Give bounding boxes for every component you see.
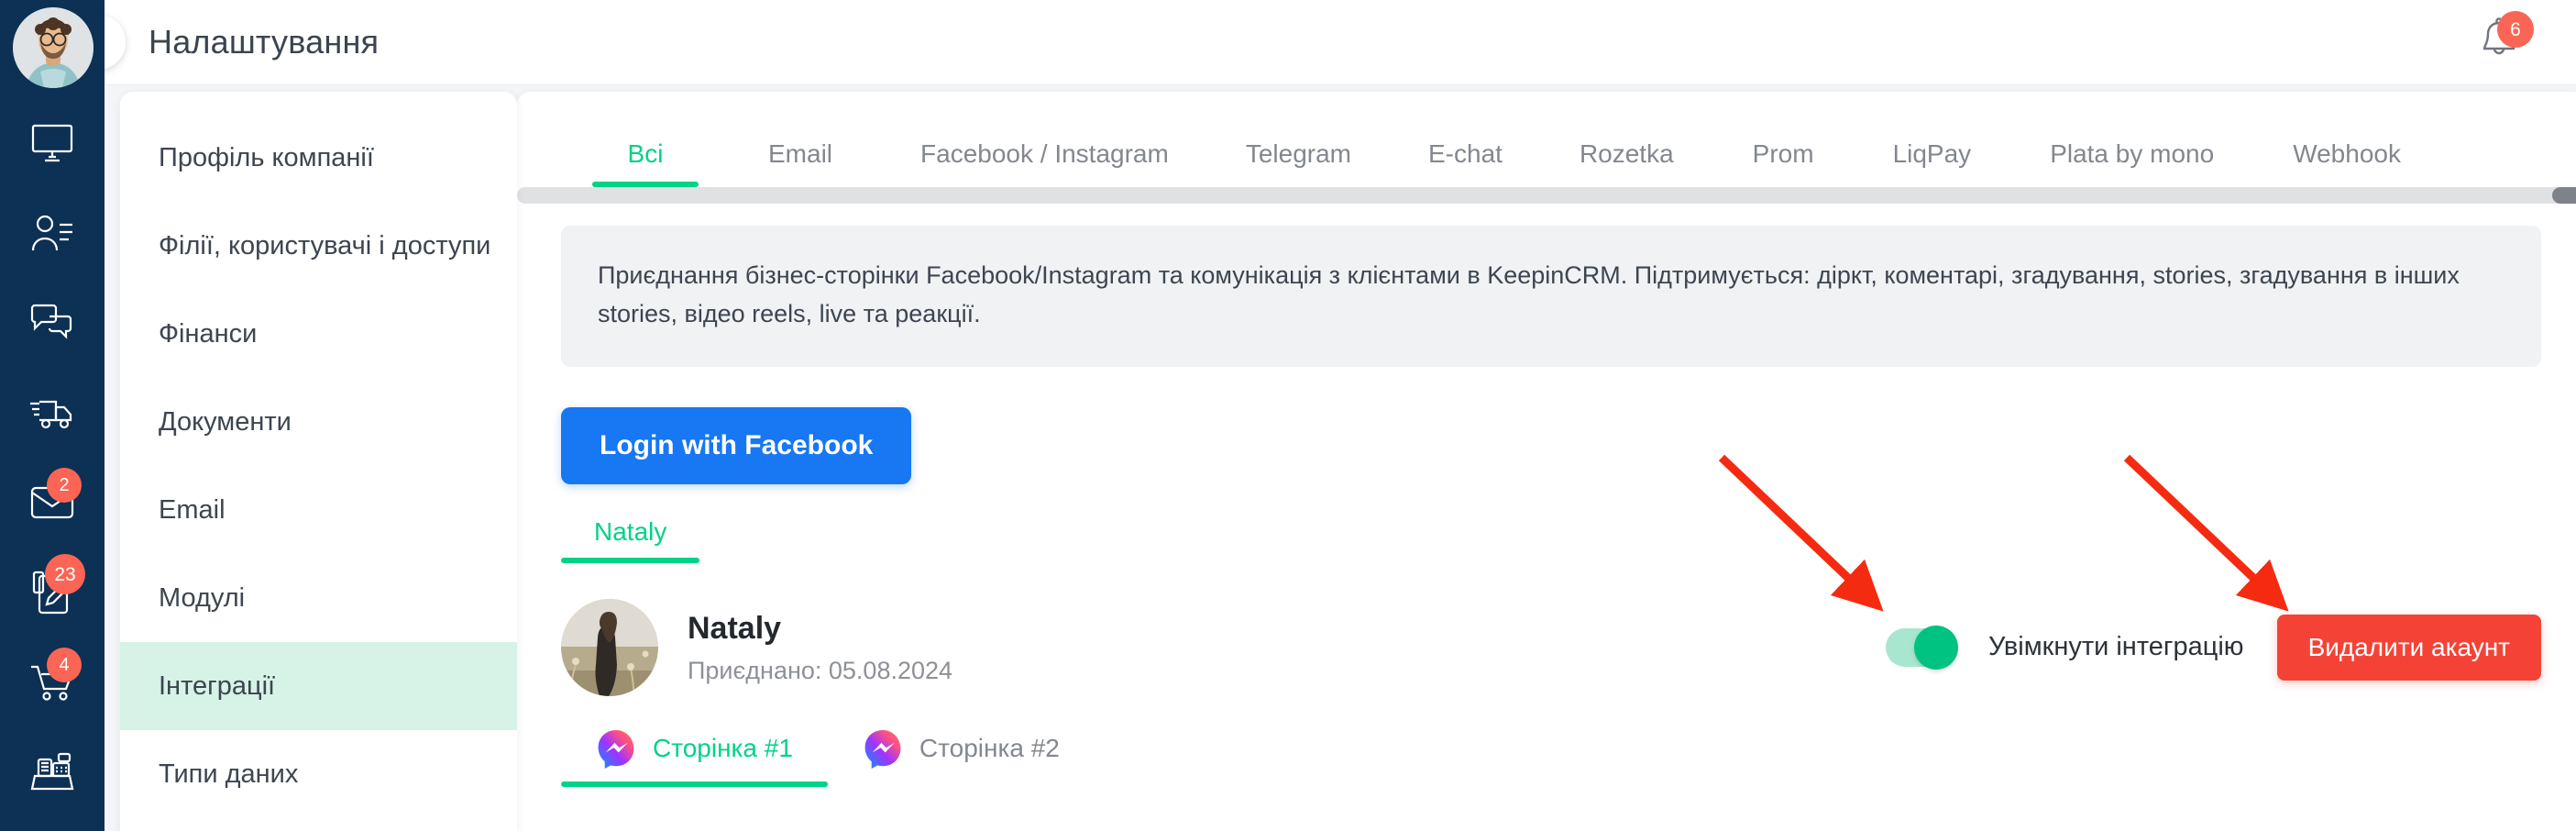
- nataly-photo: [561, 598, 658, 696]
- cart-badge: 4: [47, 648, 82, 682]
- sidebar-item-data-types[interactable]: Типи даних: [120, 730, 517, 818]
- tab-label: Prom: [1752, 139, 1814, 168]
- rail-icon-list: 2 23 4: [0, 116, 105, 831]
- sidebar-item-modules[interactable]: Модулі: [120, 554, 517, 642]
- tab-email[interactable]: Email: [768, 139, 832, 187]
- messenger-icon: [596, 728, 636, 769]
- tasks-badge: 23: [45, 554, 85, 594]
- delete-account-button[interactable]: Видалити акаунт: [2276, 614, 2541, 681]
- tab-label: Webhook: [2293, 139, 2401, 168]
- integration-tabs: Всі Email Facebook / Instagram Telegram …: [517, 92, 2576, 204]
- contacts-icon: [30, 214, 74, 252]
- rail-item-mail[interactable]: 2: [23, 468, 82, 530]
- tab-label: Email: [768, 139, 833, 168]
- tab-echat[interactable]: E-chat: [1428, 139, 1503, 187]
- user-avatar[interactable]: [13, 7, 94, 88]
- rail-item-delivery[interactable]: [23, 385, 82, 440]
- tab-rozetka[interactable]: Rozetka: [1580, 139, 1674, 187]
- connected-account-joined: Приєднано: 05.08.2024: [688, 657, 953, 685]
- menu-item-label: Типи даних: [159, 759, 299, 789]
- page-tab-label: Сторінка #2: [919, 733, 1060, 762]
- enable-integration-label: Увімкнути інтеграцію: [1988, 632, 2244, 662]
- settings-menu-panel: Профіль компанії Філії, користувачі і до…: [120, 92, 517, 831]
- tab-label: Facebook / Instagram: [920, 139, 1169, 168]
- account-tabs: Nataly: [561, 517, 2576, 563]
- page-tab-2[interactable]: Сторінка #2: [828, 728, 1095, 787]
- tabs-horizontal-scrollbar[interactable]: [517, 187, 2576, 204]
- page-tab-active-underline: [561, 781, 828, 787]
- messenger-icon: [863, 728, 903, 769]
- tab-label: Plata by mono: [2050, 139, 2215, 168]
- tab-label: Rozetka: [1579, 139, 1674, 168]
- rail-item-contacts[interactable]: [23, 205, 82, 260]
- notifications-badge: 6: [2497, 11, 2534, 48]
- tab-label: LiqPay: [1892, 139, 1972, 168]
- menu-item-label: Email: [159, 494, 226, 525]
- mail-badge: 2: [47, 468, 82, 503]
- rail-item-tasks[interactable]: 23: [23, 554, 85, 620]
- menu-item-label: Модулі: [159, 582, 246, 613]
- app-root: 2 23 4 Налаштування 6 Профіль компанії Ф…: [0, 0, 2576, 831]
- sidebar-item-finances[interactable]: Фінанси: [120, 290, 517, 378]
- chat-bubbles-icon: [29, 304, 75, 342]
- integrations-card: Всі Email Facebook / Instagram Telegram …: [517, 92, 2576, 831]
- page-tab-label: Сторінка #1: [653, 733, 793, 762]
- tab-prom[interactable]: Prom: [1753, 139, 1814, 187]
- menu-item-label: Фінанси: [159, 318, 258, 349]
- login-with-facebook-button[interactable]: Login with Facebook: [561, 406, 912, 484]
- monitor-icon: [31, 124, 73, 162]
- facebook-page-tabs: Сторінка #1 Сторінка #2: [561, 728, 2576, 787]
- tab-liqpay[interactable]: LiqPay: [1893, 139, 1972, 187]
- account-actions: Увімкнути інтеграцію Видалити акаунт: [1886, 614, 2541, 681]
- connected-account-info: Nataly Приєднано: 05.08.2024: [688, 609, 952, 686]
- tab-label: E-chat: [1428, 139, 1503, 168]
- tab-telegram[interactable]: Telegram: [1246, 139, 1351, 187]
- integration-info-text: Приєднання бізнес-сторінки Facebook/Inst…: [598, 261, 2460, 327]
- enable-integration-toggle[interactable]: [1886, 625, 1959, 670]
- cash-register-icon: [30, 752, 74, 792]
- sidebar-item-email[interactable]: Email: [120, 466, 517, 554]
- top-header: Налаштування 6: [71, 0, 2576, 84]
- page-tab-1[interactable]: Сторінка #1: [561, 728, 828, 787]
- rail-item-chats[interactable]: [23, 295, 82, 350]
- sidebar-item-company-profile[interactable]: Профіль компанії: [120, 114, 517, 202]
- tab-webhook[interactable]: Webhook: [2293, 139, 2401, 187]
- menu-item-label: Профіль компанії: [159, 142, 374, 172]
- sidebar-item-integrations[interactable]: Інтеграції: [120, 642, 517, 730]
- sidebar-item-documents[interactable]: Документи: [120, 378, 517, 466]
- toggle-knob: [1914, 625, 1959, 670]
- tabs-scrollbar-thumb[interactable]: [2552, 187, 2576, 204]
- tab-facebook-instagram[interactable]: Facebook / Instagram: [920, 139, 1169, 187]
- integration-info-banner: Приєднання бізнес-сторінки Facebook/Inst…: [561, 226, 2541, 367]
- rail-item-cash-register[interactable]: [23, 745, 82, 800]
- connected-account-name: Nataly: [688, 610, 782, 646]
- tab-label: Всі: [627, 139, 664, 168]
- account-tab-label: Nataly: [594, 516, 667, 546]
- connected-account-row: Nataly Приєднано: 05.08.2024 Увімкнути і…: [517, 589, 2576, 706]
- rail-item-cart[interactable]: 4: [23, 648, 82, 710]
- account-tab-nataly[interactable]: Nataly: [561, 516, 700, 563]
- account-tab-active-underline: [561, 557, 700, 563]
- tab-plata-by-mono[interactable]: Plata by mono: [2050, 139, 2214, 187]
- menu-item-label: Документи: [159, 406, 292, 437]
- delivery-truck-icon: [28, 394, 76, 431]
- page-title: Налаштування: [149, 23, 380, 61]
- tab-all[interactable]: Всі: [592, 139, 699, 187]
- menu-item-label: Філії, користувачі і доступи: [159, 230, 491, 260]
- avatar: [561, 598, 658, 696]
- menu-item-label: Інтеграції: [159, 670, 276, 701]
- notifications-button[interactable]: 6: [2473, 11, 2534, 68]
- sidebar-item-branches-users-access[interactable]: Філії, користувачі і доступи: [120, 202, 517, 290]
- user-avatar-image: [13, 7, 94, 88]
- left-nav-rail: 2 23 4: [0, 0, 105, 831]
- rail-item-monitor[interactable]: [23, 116, 82, 171]
- tab-label: Telegram: [1245, 139, 1351, 168]
